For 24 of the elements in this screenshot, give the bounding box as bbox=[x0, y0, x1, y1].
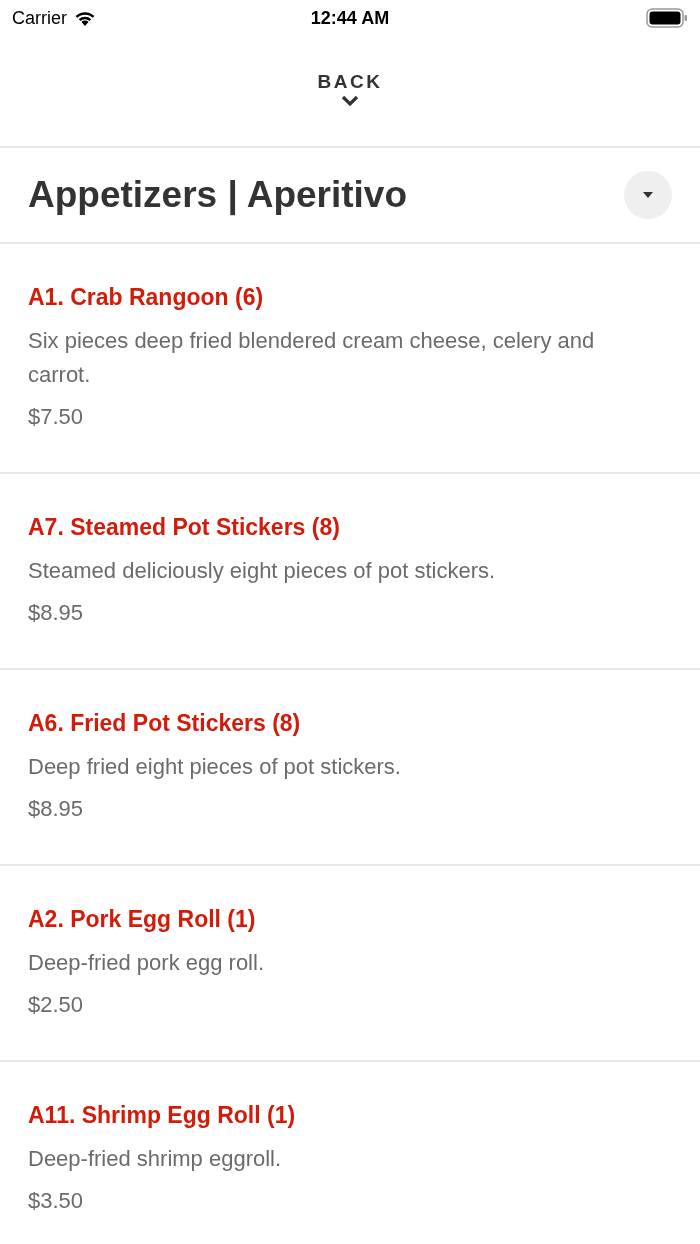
dish-price: $7.50 bbox=[28, 403, 84, 431]
battery-icon bbox=[646, 8, 688, 28]
dropdown-button[interactable] bbox=[624, 171, 672, 219]
chevron-down-icon bbox=[340, 95, 360, 107]
dish-price: $3.50 bbox=[28, 1187, 84, 1215]
dish-price: $2.50 bbox=[28, 991, 84, 1019]
dish-name[interactable]: A11. Shrimp Egg Roll (1) bbox=[28, 1100, 296, 1130]
dish-price: $8.95 bbox=[28, 795, 84, 823]
section-title: Appetizers | Aperitivo bbox=[28, 174, 408, 216]
dish-description: Deep-fried shrimp eggroll. bbox=[28, 1145, 282, 1173]
dish-description: Steamed deliciously eight pieces of pot stickers. bbox=[28, 557, 496, 585]
dish-name[interactable]: A1. Crab Rangoon (6) bbox=[28, 282, 264, 312]
carrier-name: Carrier bbox=[12, 7, 67, 29]
dish-description: Deep-fried pork egg roll. bbox=[28, 949, 264, 977]
clock-time: 12:44 AM bbox=[310, 7, 390, 29]
dish-name[interactable]: A2. Pork Egg Roll (1) bbox=[28, 904, 256, 934]
caret-icon bbox=[642, 191, 654, 199]
back-button[interactable]: BACK bbox=[309, 67, 391, 111]
dish-name[interactable]: A6. Fried Pot Stickers (8) bbox=[28, 708, 301, 738]
dish-price: $8.95 bbox=[28, 599, 84, 627]
dish-description: Six pieces deep fried blendered cream cheese, celery and carrot. bbox=[28, 327, 596, 389]
wifi-icon bbox=[73, 9, 97, 27]
dish-name[interactable]: A7. Steamed Pot Stickers (8) bbox=[28, 512, 340, 542]
dish-description: Deep fried eight pieces of pot stickers. bbox=[28, 753, 401, 781]
